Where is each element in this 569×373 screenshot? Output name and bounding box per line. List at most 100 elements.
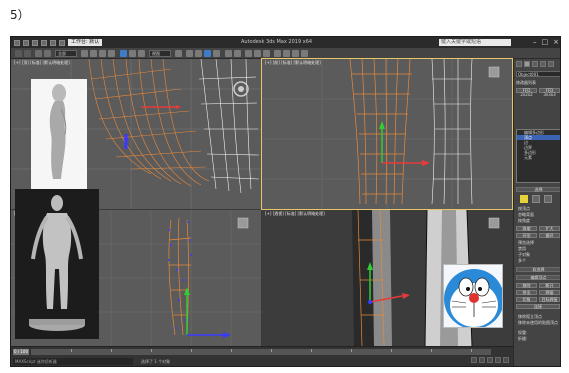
timeline-tick	[311, 349, 312, 352]
edit-vertices-rollout[interactable]: 编辑顶点	[516, 275, 560, 280]
new-file-icon[interactable]	[23, 39, 29, 46]
option-row[interactable]: 按顶点	[518, 207, 530, 211]
timeline[interactable]	[31, 349, 491, 355]
remove-button[interactable]: 移除	[516, 283, 537, 288]
previous-frame-icon[interactable]	[479, 357, 485, 363]
crease-label: 折缝:	[518, 336, 528, 341]
option-row[interactable]: 多个	[518, 259, 526, 263]
window-crossing-icon[interactable]	[108, 50, 115, 57]
option-row[interactable]: 忽略背面	[518, 213, 534, 217]
modifier-stack: 编辑多边形 顶点 边 边界 多边形 元素	[516, 129, 560, 183]
move-tool-icon[interactable]	[120, 50, 127, 57]
polygon-mode-icon[interactable]	[544, 195, 552, 203]
quick-modifier-button[interactable]: FFD 3x3x3	[539, 88, 560, 97]
extrude-button[interactable]: 挤出	[516, 290, 537, 295]
shrink-button[interactable]: 收缩	[516, 226, 537, 231]
quick-modifier-button[interactable]: FFD 2x2x2	[516, 88, 537, 97]
modify-tab-icon[interactable]	[524, 61, 530, 67]
undo-icon[interactable]	[50, 39, 56, 46]
go-to-end-icon[interactable]	[503, 357, 509, 363]
display-tab-icon[interactable]	[548, 61, 554, 67]
create-tab-icon[interactable]	[516, 61, 522, 67]
save-file-icon[interactable]	[41, 39, 47, 46]
option-row[interactable]: 按角度	[518, 219, 530, 223]
next-frame-icon[interactable]	[495, 357, 501, 363]
select-by-name-icon[interactable]	[90, 50, 97, 57]
undo-tool-icon[interactable]	[15, 50, 22, 57]
frame-counter[interactable]: 0 / 100	[13, 349, 29, 355]
grow-button[interactable]: 扩大	[539, 226, 560, 231]
search-input[interactable]: 键入关键字或短语	[439, 39, 511, 46]
render-setup-icon[interactable]	[283, 50, 290, 57]
redo-icon[interactable]	[59, 39, 65, 46]
option-row[interactable]: 子对象	[518, 253, 530, 257]
material-editor-icon[interactable]	[274, 50, 281, 57]
hierarchy-tab-icon[interactable]	[532, 61, 538, 67]
maxscript-listener[interactable]: MAXScript 迷你侦听器	[13, 358, 133, 365]
motion-tab-icon[interactable]	[540, 61, 546, 67]
pivot-center-icon[interactable]	[175, 50, 182, 57]
command-panel: Object001 修改器列表 FFD 2x2x2 FFD 3x3x3 编辑多边…	[513, 59, 560, 366]
weld-button[interactable]: 焊接	[539, 290, 560, 295]
edge-mode-icon[interactable]	[532, 195, 540, 203]
modifier-list-dropdown[interactable]: 修改器列表	[516, 81, 536, 85]
schematic-view-icon[interactable]	[263, 50, 270, 57]
close-icon[interactable]: ×	[553, 38, 559, 46]
percent-snap-icon[interactable]	[204, 50, 211, 57]
workspace-dropdown[interactable]: 工作台: 默认	[68, 39, 103, 46]
timeline-tick	[71, 349, 72, 352]
angle-snap-icon[interactable]	[195, 50, 202, 57]
play-icon[interactable]	[487, 357, 493, 363]
quick-access-toolbar: 工作台: 默认	[14, 39, 103, 46]
selection-rollout[interactable]: 选择	[516, 187, 560, 192]
link-icon[interactable]	[35, 50, 42, 57]
timeline-tick	[271, 349, 272, 352]
3ds-max-window: 工作台: 默认 Autodesk 3ds Max 2019 x64 键入关键字或…	[10, 36, 561, 367]
curve-editor-icon[interactable]	[254, 50, 261, 57]
snap-toggle-icon[interactable]	[186, 50, 193, 57]
break-button[interactable]: 断开	[539, 283, 560, 288]
open-file-icon[interactable]	[32, 39, 38, 46]
chamfer-button[interactable]: 切角	[516, 297, 537, 302]
document-page: 5） 工作台: 默认 Autodesk 3ds Max 2019 x64 键入关…	[0, 0, 569, 373]
render-frame-icon[interactable]	[292, 50, 299, 57]
soft-selection-rollout[interactable]: 软选择	[516, 267, 560, 272]
ring-button[interactable]: 环形	[516, 233, 537, 238]
loop-button[interactable]: 循环	[539, 233, 560, 238]
timeline-tick	[151, 349, 152, 352]
timeline-tick	[191, 349, 192, 352]
scale-tool-icon[interactable]	[138, 50, 145, 57]
target-weld-button[interactable]: 目标焊接	[539, 297, 560, 302]
rotate-tool-icon[interactable]	[129, 50, 136, 57]
select-object-icon[interactable]	[81, 50, 88, 57]
spinner-snap-icon[interactable]	[213, 50, 220, 57]
maximize-icon[interactable]: □	[542, 38, 549, 46]
viewport-label[interactable]: [+] [顶] [标准] [默认明暗处理]	[14, 60, 70, 66]
selection-filter-dropdown[interactable]: 全部	[55, 50, 77, 57]
app-menu-icon[interactable]	[14, 39, 20, 46]
layer-explorer-icon[interactable]	[245, 50, 252, 57]
viewport-label[interactable]: [+] [透视] [标准] [默认明暗处理]	[265, 211, 325, 217]
connect-button[interactable]: 连接	[516, 304, 560, 309]
viewport-label[interactable]: [+] [前] [标准] [默认明暗处理]	[265, 60, 321, 66]
unlink-icon[interactable]	[44, 50, 51, 57]
timeline-tick	[351, 349, 352, 352]
redo-tool-icon[interactable]	[24, 50, 31, 57]
minimize-icon[interactable]: –	[533, 38, 537, 46]
vertex-mode-icon[interactable]	[520, 195, 528, 203]
timeline-tick	[471, 349, 472, 352]
align-icon[interactable]	[234, 50, 241, 57]
stack-item[interactable]: 元素	[517, 155, 560, 160]
reference-photo-front	[15, 189, 99, 339]
mirror-icon[interactable]	[225, 50, 232, 57]
go-to-start-icon[interactable]	[471, 357, 477, 363]
rectangular-selection-icon[interactable]	[99, 50, 106, 57]
reference-photo-side	[31, 79, 87, 189]
option-row[interactable]: 移除未使用的贴图顶点	[518, 321, 558, 325]
option-row[interactable]: 移除孤立顶点	[518, 315, 542, 319]
object-name-field[interactable]: Object001	[516, 71, 560, 77]
option-row[interactable]: 禁用	[518, 247, 526, 251]
viewport-top-right[interactable]: [+] [前] [标准] [默认明暗处理]	[261, 58, 513, 210]
reference-coordinate-dropdown[interactable]: 视图	[149, 50, 171, 57]
render-production-icon[interactable]	[301, 50, 308, 57]
